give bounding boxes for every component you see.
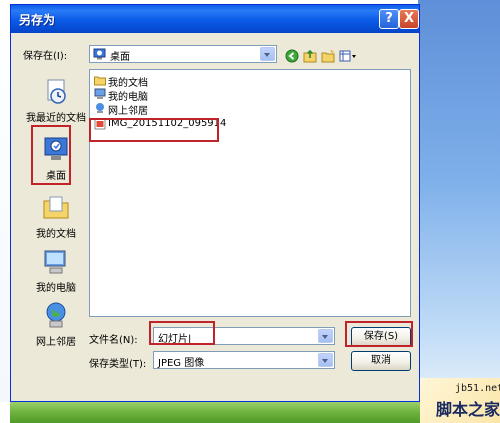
- place-label: 我的文档: [36, 229, 76, 240]
- watermark-name: 脚本之家: [436, 400, 500, 419]
- cancel-button[interactable]: 取消: [351, 351, 411, 371]
- up-folder-icon[interactable]: [303, 49, 317, 63]
- place-label: 网上邻居: [36, 337, 76, 348]
- my-computer-icon: [44, 250, 66, 274]
- help-button[interactable]: ?: [379, 9, 399, 29]
- filetype-value: JPEG 图像: [158, 358, 205, 369]
- chevron-down-icon[interactable]: [318, 329, 333, 343]
- places-bar: 我最近的文档 桌面 我的文档 我的电脑 网上邻居: [21, 69, 91, 352]
- place-label: 我的电脑: [36, 283, 76, 294]
- view-menu-icon[interactable]: [339, 49, 357, 63]
- dialog-title: 另存为: [19, 13, 56, 27]
- desktop-background: [418, 0, 500, 402]
- place-label: 我最近的文档: [26, 113, 86, 124]
- file-name: 我的电脑: [108, 92, 148, 103]
- chevron-down-icon[interactable]: [318, 353, 333, 367]
- save-in-value: 桌面: [110, 52, 130, 63]
- folder-icon: [94, 76, 106, 86]
- file-name: 我的文档: [108, 78, 148, 89]
- place-network[interactable]: 网上邻居: [21, 301, 91, 348]
- computer-icon: [94, 88, 106, 99]
- file-name: 网上邻居: [108, 106, 148, 117]
- desktop-small-icon: [93, 48, 106, 60]
- filename-label: 文件名(N):: [89, 335, 138, 346]
- network-places-icon: [46, 302, 66, 328]
- place-my-documents[interactable]: 我的文档: [21, 193, 91, 240]
- place-recent[interactable]: 我最近的文档: [21, 77, 91, 124]
- filetype-label: 保存类型(T):: [89, 359, 147, 370]
- close-button[interactable]: X: [399, 9, 419, 29]
- recent-documents-icon: [47, 79, 66, 104]
- highlight-save: [345, 321, 413, 347]
- save-in-dropdown[interactable]: 桌面: [89, 45, 277, 63]
- save-in-label: 保存在(I):: [23, 51, 68, 62]
- new-folder-icon[interactable]: [321, 49, 335, 63]
- my-documents-icon: [43, 196, 69, 219]
- file-list[interactable]: 我的文档 我的电脑 网上邻居 IMG_20151102_095914: [89, 69, 411, 317]
- filetype-dropdown[interactable]: JPEG 图像: [153, 351, 335, 369]
- watermark-site: jb51.net: [455, 383, 500, 394]
- highlight-file: [89, 118, 219, 142]
- title-bar[interactable]: 另存为 ? X: [11, 5, 419, 33]
- place-my-computer[interactable]: 我的电脑: [21, 247, 91, 294]
- highlight-filename: [149, 321, 215, 345]
- highlight-desktop: [31, 125, 71, 185]
- network-icon: [96, 103, 104, 113]
- chevron-down-icon[interactable]: [260, 47, 275, 61]
- save-as-dialog: 另存为 ? X 保存在(I): 桌面 我最近的文档 桌面 我的文档 我的电脑 网…: [10, 4, 420, 402]
- back-icon[interactable]: [285, 49, 299, 63]
